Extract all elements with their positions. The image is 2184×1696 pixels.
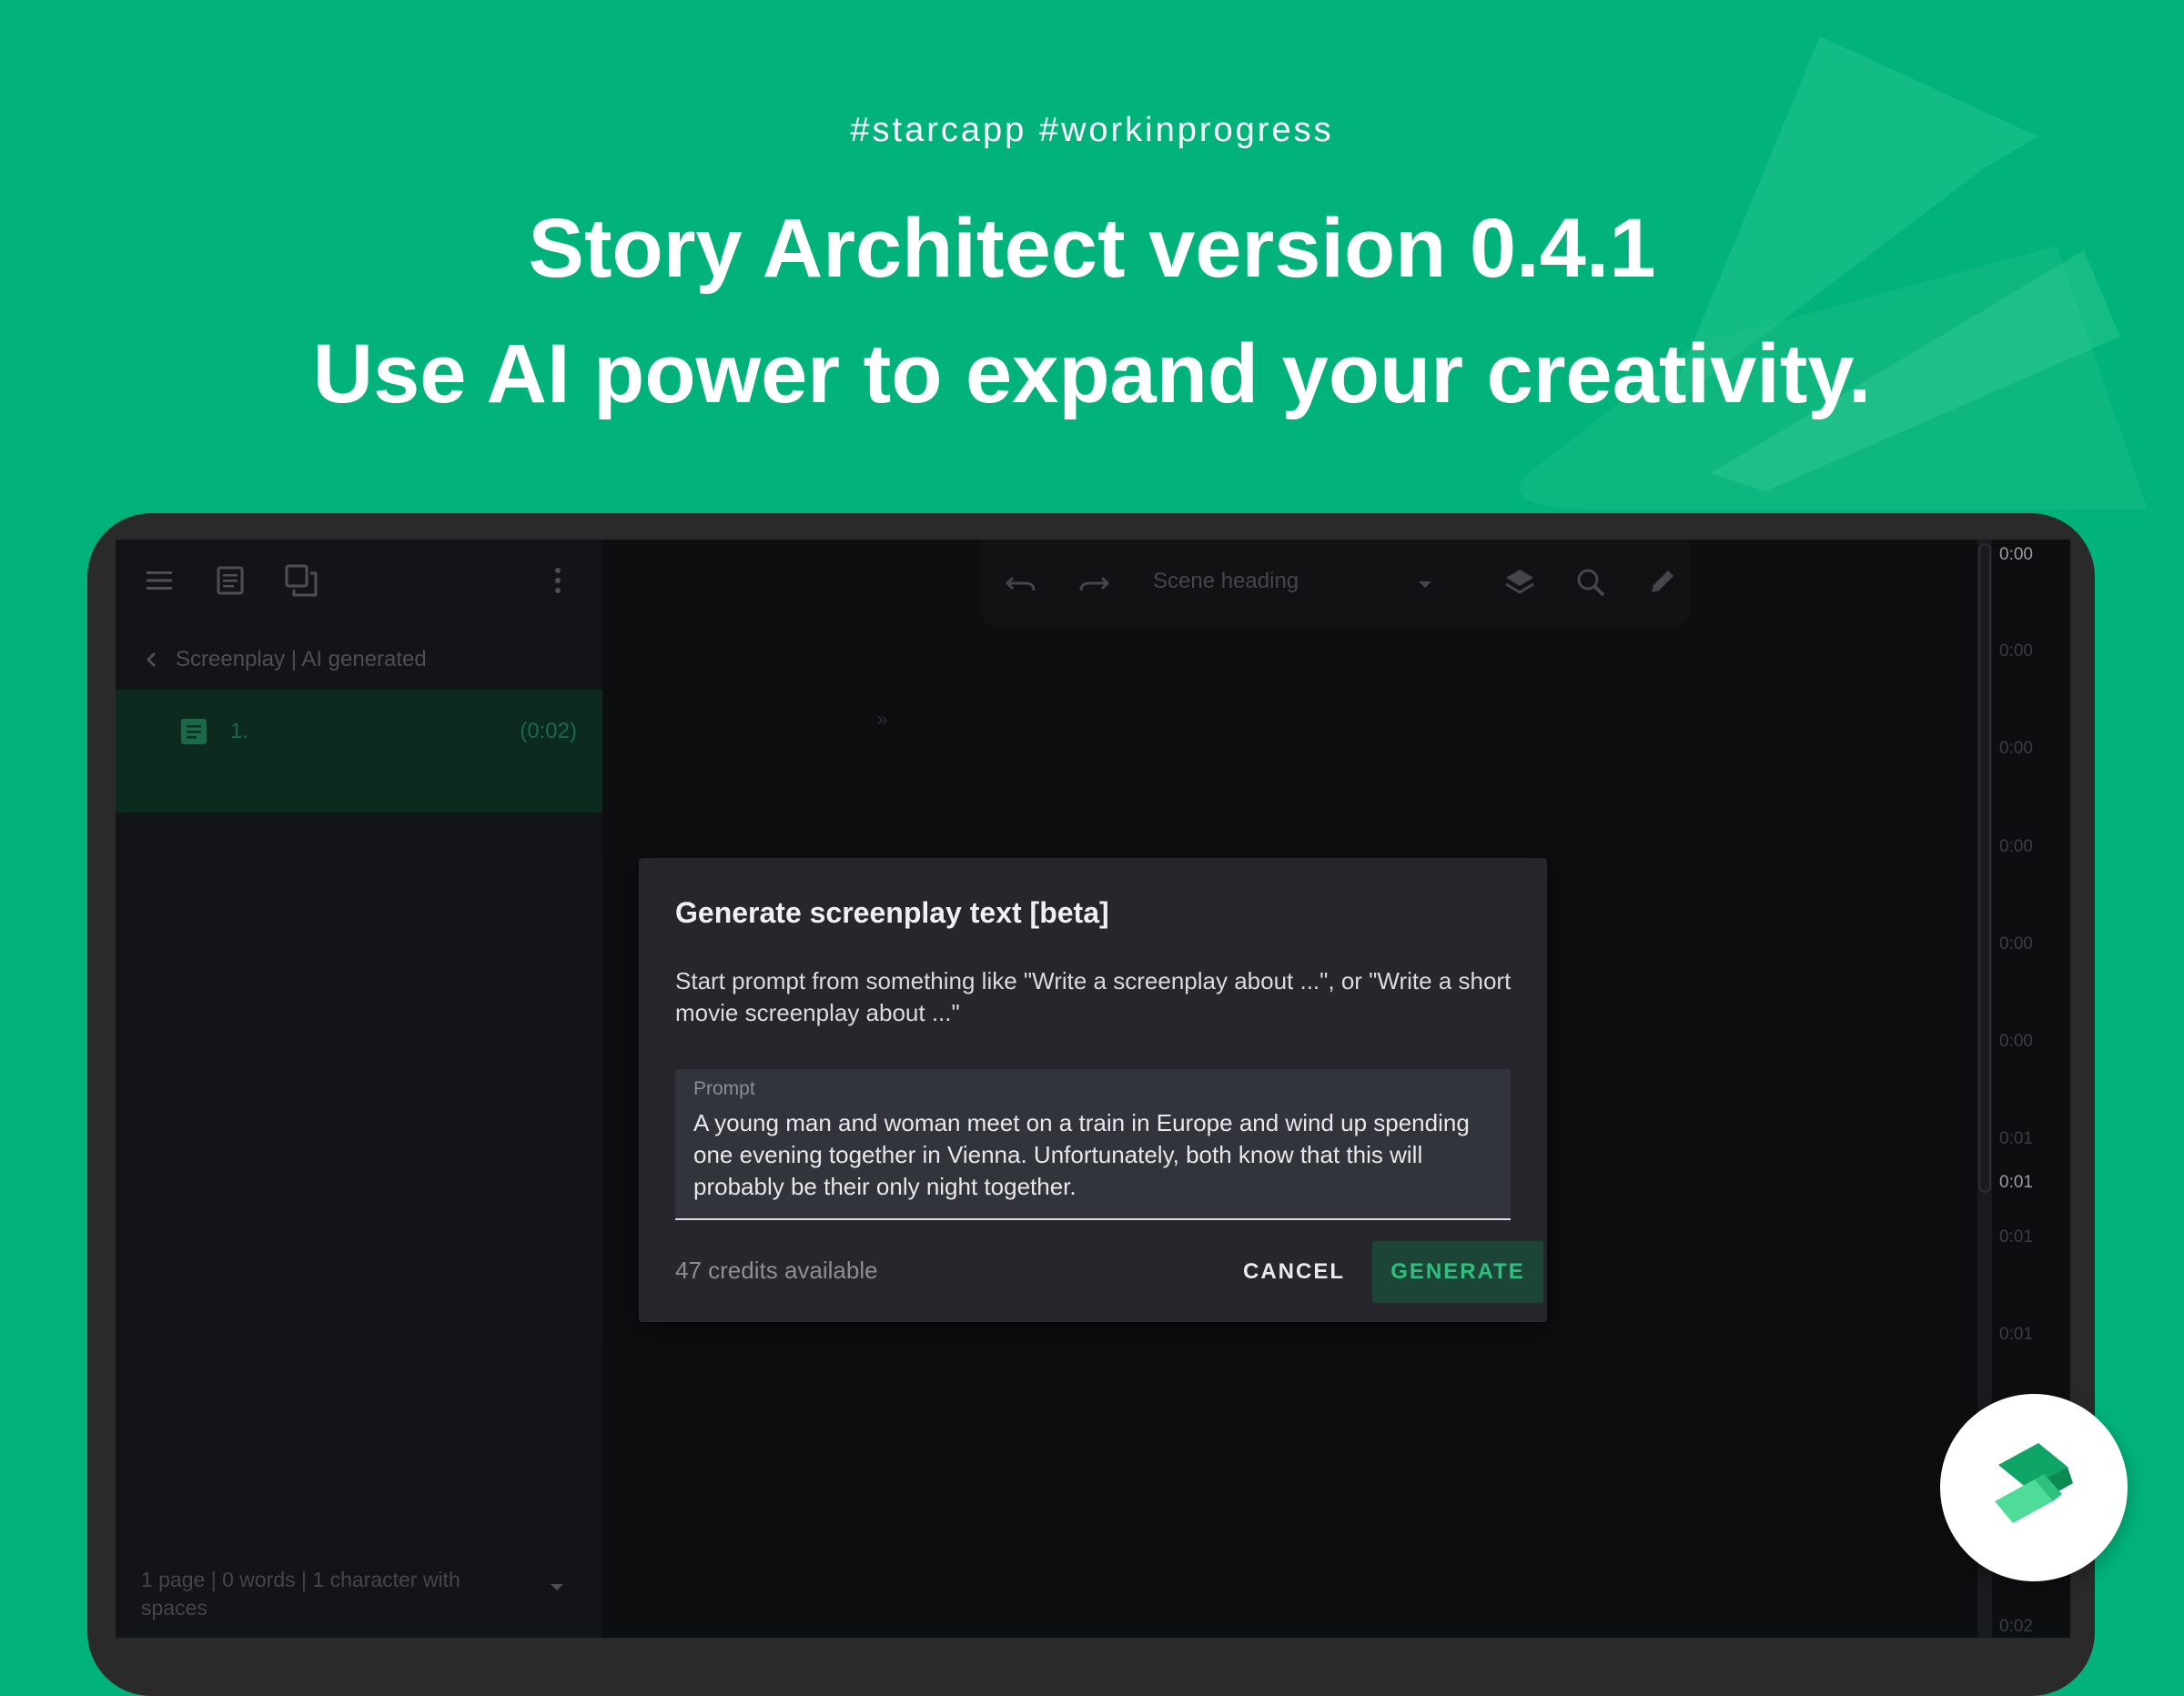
- dialog-title: Generate screenplay text [beta]: [675, 896, 1109, 929]
- app-screen: Screenplay | AI generated 1. (0:02) 1 pa…: [116, 540, 2070, 1638]
- app-logo-badge: [1940, 1394, 2128, 1581]
- headline-version: Story Architect version 0.4.1: [528, 202, 1656, 295]
- generate-button[interactable]: GENERATE: [1372, 1241, 1543, 1303]
- story-architect-logo-icon: [1995, 1443, 2073, 1523]
- prompt-field[interactable]: Prompt A young man and woman meet on a t…: [675, 1069, 1511, 1220]
- dialog-description: Start prompt from something like "Write …: [675, 967, 1512, 1026]
- prompt-label: Prompt: [693, 1078, 755, 1099]
- generate-screenplay-dialog: Generate screenplay text [beta] Start pr…: [639, 858, 1547, 1322]
- headline-tagline: Use AI power to expand your creativity.: [312, 328, 1872, 420]
- prompt-input[interactable]: A young man and woman meet on a train in…: [693, 1107, 1494, 1203]
- hashtags: #starcapp #workinprogress: [850, 111, 1334, 149]
- cancel-button[interactable]: CANCEL: [1239, 1241, 1349, 1303]
- credits-available: 47 credits available: [675, 1257, 878, 1284]
